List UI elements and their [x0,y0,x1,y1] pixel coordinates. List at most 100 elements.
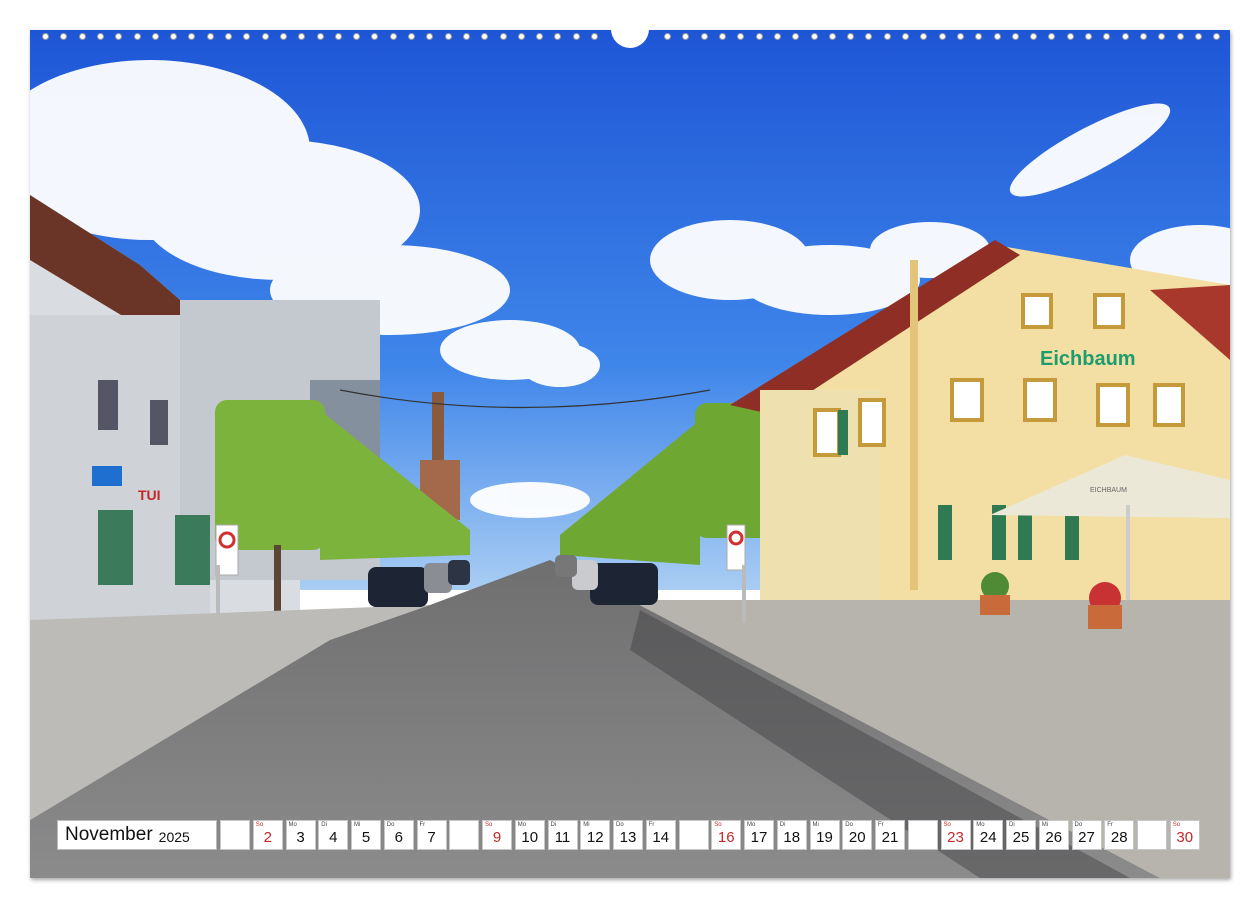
day-number: 30 [1176,829,1194,846]
day-number: 21 [881,829,899,846]
weekday-abbr: Fr [648,822,655,828]
binding-hole [152,33,159,40]
binding-hole [481,33,488,40]
weekday-abbr: Mo [976,822,985,828]
weekday-abbr: Mo [747,822,756,828]
binding-hole [170,33,177,40]
binding-hole [1140,33,1147,40]
binding-hole [500,33,507,40]
day-number: 18 [783,829,801,846]
day-number: 16 [717,829,735,846]
weekday-abbr: Mi [812,822,819,828]
day-cell: Di 25 [1006,820,1036,850]
day-cell: Fr 21 [875,820,905,850]
weekday-abbr: Di [779,822,786,828]
day-number: 3 [296,829,305,846]
weekday-abbr: So [1172,822,1181,828]
binding-hole [774,33,781,40]
binding-hole [371,33,378,40]
binding-hole [243,33,250,40]
day-cell: Di 18 [776,820,807,850]
binding-hole [1030,33,1037,40]
day-number: 9 [492,829,502,846]
day-number: 27 [1078,829,1095,846]
binding-hole [957,33,964,40]
day-number: 13 [619,829,637,846]
day-number: 4 [329,829,338,846]
binding-hole [902,33,909,40]
day-number: 19 [816,829,833,846]
binding-hole [719,33,726,40]
binding-hole [60,33,67,40]
binding-hole [975,33,982,40]
binding-hole [134,33,141,40]
day-number: 6 [394,829,403,846]
binding-hole [280,33,287,40]
day-number: 28 [1110,829,1128,846]
day-cell: Mo 10 [514,820,545,850]
weekday-abbr: Fr [419,822,426,828]
weekday-abbr: Di [321,822,327,828]
day-cell-blank [678,820,709,850]
binding-hole [811,33,818,40]
day-number: 14 [652,829,670,846]
binding-hole [1177,33,1184,40]
weekday-abbr: Mo [288,822,297,828]
day-number: 12 [586,829,604,846]
binding-hole [463,33,470,40]
binding-hole [664,33,671,40]
binding-hole [262,33,269,40]
binding-hole [1103,33,1110,40]
weekday-abbr: So [943,822,951,828]
binding-hole [829,33,836,40]
day-cell-blank [449,820,480,850]
binding-hole [42,33,49,40]
binding-hole [390,33,397,40]
day-number: 5 [361,829,371,846]
day-number: 2 [263,829,272,846]
binding-hole [1012,33,1019,40]
day-cell: So 9 [482,820,512,850]
day-cell: Mo 24 [973,820,1004,850]
weekday-abbr: Mi [354,822,361,828]
day-number: 26 [1045,829,1063,846]
day-cell: So 2 [252,820,283,850]
weekday-abbr: So [714,822,722,828]
binding-hole [1213,33,1220,40]
weekday-abbr: So [255,822,264,828]
day-cell: Do 20 [842,820,873,850]
umbrella-text: EICHBAUM [1090,487,1127,494]
day-cell: Do 13 [613,820,643,850]
binding-hole [792,33,799,40]
day-cell: Mi 19 [809,820,840,850]
day-number: 25 [1012,829,1030,846]
day-cell: Mi 12 [580,820,611,850]
day-number: 11 [554,829,571,846]
street-scene: TUI Eichbaum EICHBAUM [30,30,1230,878]
binding-hole [756,33,763,40]
binding-hole [408,33,415,40]
eichbaum-sign: Eichbaum [1040,348,1136,370]
binding-hole [79,33,86,40]
binding-hole [994,33,1001,40]
binding-hole [865,33,872,40]
binding-hole [225,33,232,40]
year: 2025 [158,828,190,845]
day-cell-blank [907,820,938,850]
binding-hole [1067,33,1074,40]
day-cell: Mi 26 [1038,820,1069,850]
binding-hole [317,33,324,40]
day-cell: Do 6 [383,820,414,850]
weekday-abbr: Do [1074,822,1083,828]
binding-hole [701,33,708,40]
month-name: November [65,824,153,845]
binding-hole [536,33,543,40]
binding-hole [1195,33,1202,40]
day-cell: Fr 7 [416,820,447,850]
day-cell: Fr 14 [645,820,676,850]
binding-hole [335,33,342,40]
binding-hole [207,33,214,40]
tui-sign: TUI [138,487,161,503]
binding-hole [573,33,580,40]
day-cell: Di 11 [547,820,578,850]
